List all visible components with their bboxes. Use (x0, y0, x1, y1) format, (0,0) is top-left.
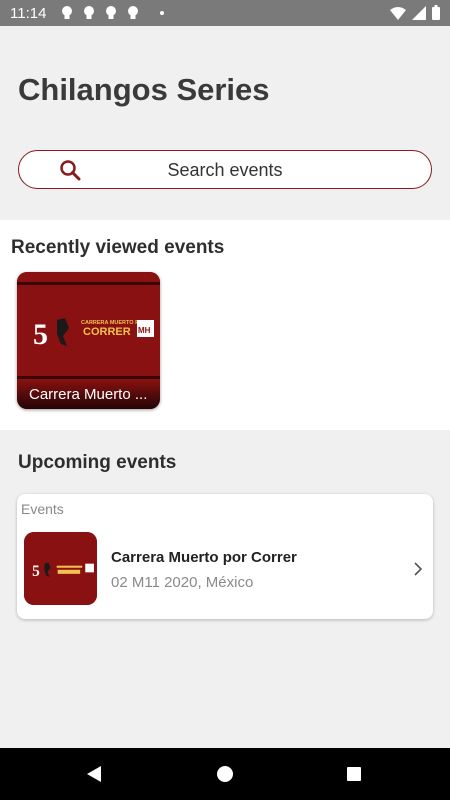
event-title: Carrera Muerto por Correr (111, 549, 297, 566)
banner-line2: CORRER (83, 326, 131, 338)
upcoming-section: Upcoming events Events 5 Carrera Muerto … (0, 432, 450, 748)
home-icon[interactable] (217, 766, 233, 782)
notification-dot-icon (160, 11, 164, 15)
banner-number: 5 (33, 318, 48, 351)
lightbulb-icon (106, 6, 116, 19)
status-bar: 11:14 (0, 0, 450, 26)
battery-icon (432, 5, 440, 20)
event-banner-image: 5 CARRERA MUERTO POR CORRER MH (17, 272, 160, 389)
recently-viewed-title: Recently viewed events (11, 237, 225, 258)
svg-text:5: 5 (32, 563, 40, 580)
recently-viewed-section: Recently viewed events 5 CARRERA MUERTO … (0, 220, 450, 430)
lightbulb-icon (62, 6, 72, 19)
recents-icon[interactable] (347, 767, 361, 781)
lightbulb-icon (128, 6, 138, 19)
chevron-right-icon (414, 562, 423, 576)
recent-event-card[interactable]: 5 CARRERA MUERTO POR CORRER MH Carrera M… (17, 272, 160, 409)
navigation-bar (0, 748, 450, 800)
signal-icon (412, 5, 426, 20)
event-thumbnail: 5 (24, 532, 97, 605)
back-icon[interactable] (86, 765, 102, 783)
event-date: 02 M11 2020, México (111, 574, 254, 591)
wifi-icon (390, 6, 406, 20)
page-title: Chilangos Series (18, 72, 270, 107)
upcoming-title: Upcoming events (18, 452, 177, 473)
banner-badge: MH (138, 326, 151, 335)
status-time: 11:14 (10, 5, 47, 22)
lightbulb-icon (84, 6, 94, 19)
events-group-card: Events 5 Carrera Muerto por Correr 02 M1… (17, 494, 433, 619)
header-section: Chilangos Series Search events (0, 26, 450, 216)
search-placeholder: Search events (167, 160, 283, 180)
events-group-label: Events (21, 501, 64, 517)
recent-event-caption: Carrera Muerto ... (17, 379, 160, 409)
search-bar[interactable]: Search events (18, 150, 432, 189)
notification-icons (60, 5, 140, 21)
